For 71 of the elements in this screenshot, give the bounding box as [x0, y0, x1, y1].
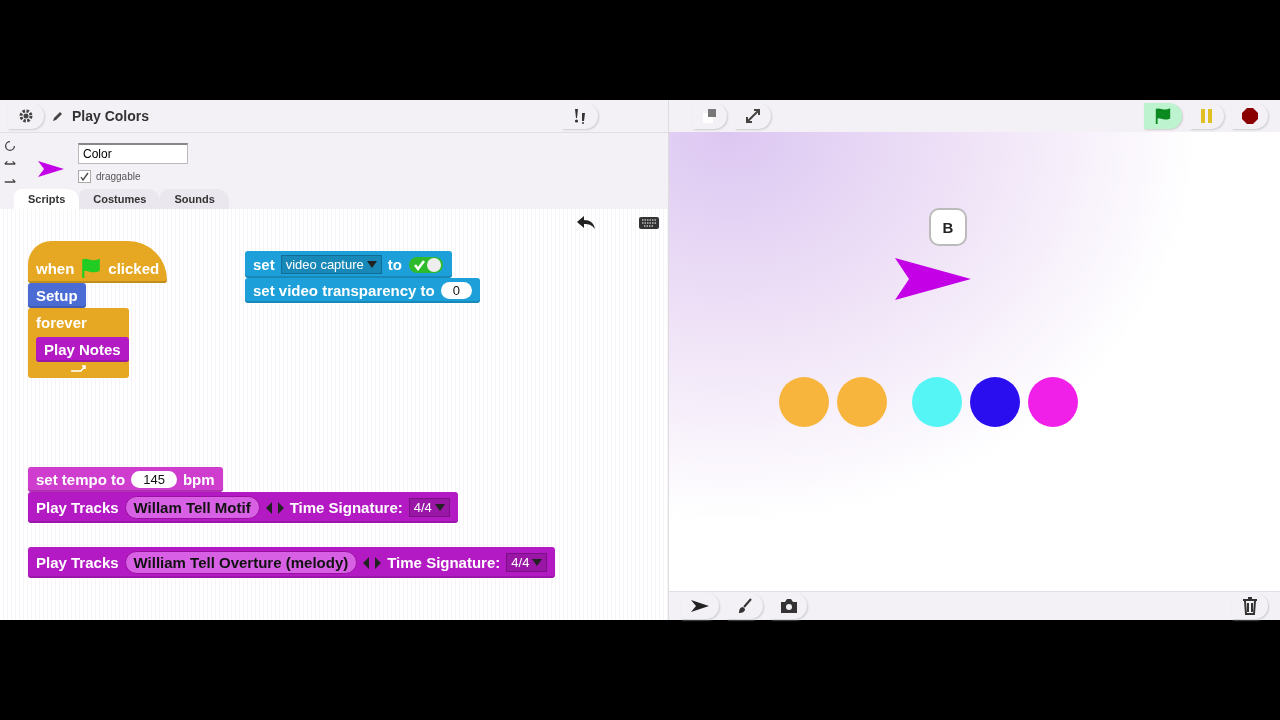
camera-icon [781, 599, 797, 613]
draggable-label: draggable [96, 171, 141, 182]
settings-button[interactable] [8, 103, 44, 129]
paintbrush-icon [737, 598, 753, 614]
number-slot[interactable]: 145 [131, 471, 177, 488]
command-block[interactable]: set video transparency to 0 [245, 278, 480, 303]
block-label: Time Signature: [289, 499, 403, 516]
trash-icon [1242, 597, 1258, 615]
speech-bubble: B [929, 208, 967, 246]
footprints-icon [572, 108, 588, 124]
block-label: set video transparency to [253, 282, 435, 299]
block-label: forever [36, 314, 87, 331]
trash-button[interactable] [1232, 593, 1268, 619]
paintbrush-button[interactable] [727, 593, 763, 619]
caret-icon [434, 504, 445, 511]
draggable-checkbox[interactable] [78, 170, 91, 183]
command-block[interactable]: Setup [28, 283, 86, 308]
pencil-icon [52, 110, 64, 122]
command-block[interactable]: set video capture to [245, 251, 452, 278]
block-label: Setup [36, 287, 78, 304]
flag-icon [1154, 107, 1172, 125]
block-label: bpm [182, 471, 215, 488]
dropdown-slot[interactable]: 4/4 [408, 498, 450, 517]
command-block[interactable]: Play Tracks Willam Tell Motif Time Signature: 4/4 [28, 492, 458, 523]
camera-button[interactable] [771, 593, 807, 619]
block-label: set [253, 256, 275, 273]
rotation-style-icon[interactable] [3, 139, 17, 153]
number-slot[interactable]: 0 [440, 282, 472, 299]
dropdown-slot[interactable]: video capture [280, 255, 382, 274]
stage-size-button[interactable] [693, 103, 727, 129]
fullscreen-button[interactable] [735, 103, 771, 129]
settings-icon [18, 108, 34, 124]
arrows-icon[interactable] [363, 556, 382, 569]
sprite-arrow-icon [38, 161, 64, 177]
run-button[interactable] [1144, 103, 1182, 129]
dropdown-slot[interactable]: 4/4 [506, 553, 548, 572]
block-label: Play Tracks [36, 554, 119, 571]
block-label: when [36, 259, 75, 277]
command-block[interactable]: Play Tracks William Tell Overture (melody) Time Signature: 4/4 [28, 547, 556, 578]
reporter-block[interactable]: Willam Tell Motif [124, 496, 260, 519]
project-title: Play Colors [72, 108, 150, 124]
stop-button[interactable] [1232, 103, 1268, 129]
caret-icon [366, 261, 377, 268]
keyboard-icon[interactable] [639, 217, 659, 229]
stage-size-icon [703, 109, 717, 123]
loop-arrow-icon [70, 364, 88, 372]
reporter-block[interactable]: William Tell Overture (melody) [124, 551, 358, 574]
sprite-arrow-icon [895, 258, 971, 300]
stop-icon [1242, 108, 1258, 124]
flag-icon [80, 257, 103, 279]
caret-icon [532, 559, 543, 566]
fullscreen-icon [745, 108, 761, 124]
undo-icon[interactable] [576, 215, 596, 231]
block-label: Play Tracks [36, 499, 119, 516]
arrowhead-icon [691, 600, 709, 612]
command-block[interactable]: set tempo to 145 bpm [28, 467, 223, 492]
block-label: Play Notes [44, 341, 121, 358]
toggle-switch[interactable] [407, 255, 444, 274]
block-label: to [387, 256, 402, 273]
tab[interactable]: Scripts [14, 189, 80, 209]
pause-icon [1200, 109, 1214, 123]
footprints-button[interactable] [562, 103, 598, 129]
arrows-icon[interactable] [265, 501, 284, 514]
command-block[interactable]: Play Notes [36, 337, 129, 362]
tab[interactable]: Sounds [160, 189, 229, 209]
block-label: Time Signature: [387, 554, 501, 571]
block-label: set tempo to [36, 471, 126, 488]
sprite-name-field[interactable]: Color [78, 143, 188, 164]
tab[interactable]: Costumes [79, 189, 161, 209]
forever-block[interactable]: forever Play Notes [28, 308, 129, 378]
block-label: clicked [108, 259, 160, 277]
